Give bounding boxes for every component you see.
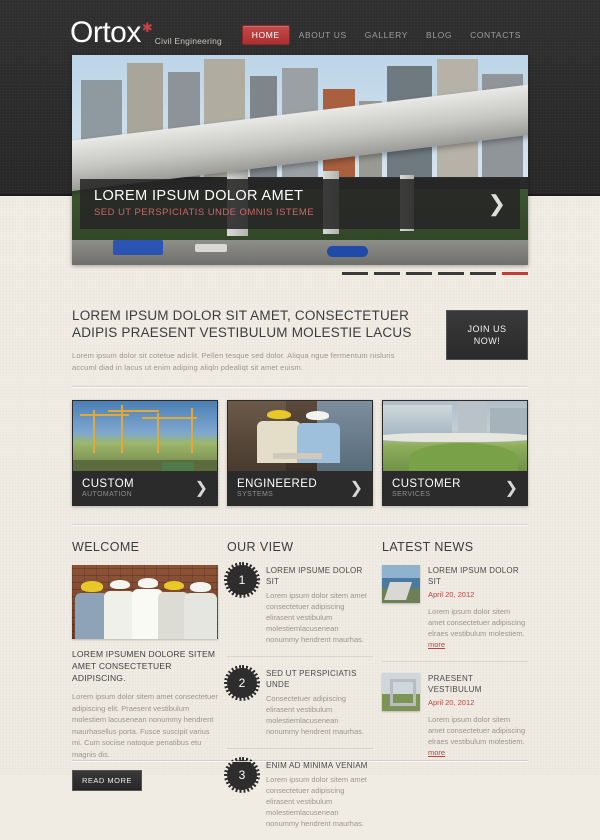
intro-heading: LOREM IPSUM DOLOR SIT AMET, CONSECTETUER… <box>72 308 412 340</box>
intro-paragraph: Lorem ipsum dolor sit cotetue adiclit. P… <box>72 351 395 372</box>
slider-pager-dot-5[interactable] <box>470 272 496 275</box>
news-excerpt: Lorem ipsum dolor sitem amet consectetue… <box>428 606 528 650</box>
main-navigation: HOME ABOUT US GALLERY BLOG CONTACTS <box>241 25 530 48</box>
nav-item-blog[interactable]: BLOG <box>417 25 461 45</box>
intro-section: LOREM IPSUM DOLOR SIT AMET, CONSECTETUER… <box>72 308 528 374</box>
news-excerpt-text: Lorem ipsum dolor sitem amet consectetue… <box>428 607 526 638</box>
slider-pager-dot-3[interactable] <box>406 272 432 275</box>
card-arrow-icon[interactable]: ❯ <box>195 478 208 498</box>
join-us-line-2: NOW! <box>473 336 501 346</box>
footer-divider <box>72 760 528 762</box>
number-badge-2: 2 <box>224 665 260 701</box>
welcome-heading: WELCOME <box>72 540 140 554</box>
site-logo[interactable]: Ortox ✱ Civil Engineering <box>70 18 222 48</box>
nav-item-about-us[interactable]: ABOUT US <box>290 25 356 45</box>
latest-news-heading: LATEST NEWS <box>382 540 474 554</box>
column-welcome: WELCOME LOREM IPSUMEN DOLORE SITEM AMET … <box>72 540 218 840</box>
news-date: April 20, 2012 <box>428 698 475 707</box>
slider-pager-dot-2[interactable] <box>374 272 400 275</box>
news-date: April 20, 2012 <box>428 590 475 599</box>
slider-caption-title: LOREM IPSUM DOLOR AMET <box>94 188 304 204</box>
our-view-item[interactable]: 1 LOREM IPSUME DOLOR SIT Lorem ipsum dol… <box>224 562 373 656</box>
card-subtitle: SERVICES <box>392 490 431 498</box>
hero-image-flyover-city <box>72 55 528 265</box>
card-image-modern-building <box>383 401 527 473</box>
card-title: CUSTOM <box>82 477 135 490</box>
slider-pager-dot-1[interactable] <box>342 272 368 275</box>
number-badge-3: 3 <box>224 757 260 793</box>
card-title: CUSTOMER <box>392 477 461 490</box>
badge-number: 3 <box>238 768 246 782</box>
feature-cards: CUSTOM AUTOMATION ❯ ENGINEERED SYSTEMS ❯ <box>72 400 528 506</box>
slider-caption: LOREM IPSUM DOLOR AMET SED UT PERSPICIAT… <box>80 179 520 229</box>
logo-text: Ortox <box>70 16 141 49</box>
nav-item-contacts[interactable]: CONTACTS <box>461 25 530 45</box>
asterisk-icon: ✱ <box>141 20 153 35</box>
divider-cards <box>72 524 528 526</box>
our-view-item-text: Consectetuer adipiscing elirasent vestib… <box>266 694 364 736</box>
our-view-item-text: Lorem ipsum dolor sitem amet consectetue… <box>266 591 367 644</box>
news-excerpt-text: Lorem ipsum dolor sitem amet consectetue… <box>428 715 526 746</box>
card-image-construction-cranes <box>73 401 217 473</box>
card-label-bar: CUSTOM AUTOMATION ❯ <box>73 471 217 505</box>
slider-pager-dot-6[interactable] <box>502 272 528 275</box>
news-title: PRAESENT VESTIBULUM <box>428 674 482 694</box>
content-columns: WELCOME LOREM IPSUMEN DOLORE SITEM AMET … <box>72 540 528 840</box>
news-excerpt: Lorem ipsum dolor sitem amet consectetue… <box>428 714 528 758</box>
top-bar: Ortox ✱ Civil Engineering HOME ABOUT US … <box>70 8 530 48</box>
divider-intro <box>72 386 528 388</box>
news-item[interactable]: PRAESENT VESTIBULUM April 20, 2012 Lorem… <box>382 661 528 769</box>
badge-number: 1 <box>238 573 246 587</box>
slider-next-arrow-icon[interactable]: ❯ <box>478 191 506 217</box>
news-title: LOREM IPSUM DOLOR SIT <box>428 566 519 586</box>
nav-item-gallery[interactable]: GALLERY <box>356 25 417 45</box>
read-more-button[interactable]: READ MORE <box>72 770 142 791</box>
card-arrow-icon[interactable]: ❯ <box>350 478 363 498</box>
nav-item-home[interactable]: HOME <box>241 25 290 45</box>
hero-slider[interactable]: LOREM IPSUM DOLOR AMET SED UT PERSPICIAT… <box>72 55 528 265</box>
our-view-item-title: SED UT PERSPICIATIS UNDE <box>266 669 357 689</box>
logo-tagline: Civil Engineering <box>154 36 222 46</box>
our-view-item-title: LOREM IPSUME DOLOR SIT <box>266 566 363 586</box>
news-more-link[interactable]: more <box>428 748 445 757</box>
news-more-link[interactable]: more <box>428 640 445 649</box>
column-latest-news: LATEST NEWS LOREM IPSUM DOLOR SIT April … <box>382 540 528 840</box>
our-view-item-text: Lorem ipsum dolor sitem amet consectetue… <box>266 775 367 828</box>
card-label-bar: ENGINEERED SYSTEMS ❯ <box>228 471 372 505</box>
card-subtitle: SYSTEMS <box>237 490 274 498</box>
welcome-title: LOREM IPSUMEN DOLORE SITEM AMET CONSECTE… <box>72 649 216 683</box>
news-thumbnail-dam <box>382 565 420 603</box>
card-image-engineers <box>228 401 372 473</box>
news-thumbnail-bridge <box>382 673 420 711</box>
welcome-body: Lorem ipsum dolor sitem amet consectetue… <box>72 692 218 759</box>
slider-pagination <box>72 272 528 280</box>
feature-card-engineered-systems[interactable]: ENGINEERED SYSTEMS ❯ <box>227 400 373 506</box>
welcome-image-team <box>72 565 218 639</box>
card-label-bar: CUSTOMER SERVICES ❯ <box>383 471 527 505</box>
our-view-heading: OUR VIEW <box>227 540 294 554</box>
card-arrow-icon[interactable]: ❯ <box>505 478 518 498</box>
card-title: ENGINEERED <box>237 477 318 490</box>
number-badge-1: 1 <box>224 562 260 598</box>
column-our-view: OUR VIEW 1 LOREM IPSUME DOLOR SIT Lorem … <box>224 540 373 840</box>
our-view-item[interactable]: 2 SED UT PERSPICIATIS UNDE Consectetuer … <box>224 656 373 748</box>
badge-number: 2 <box>238 676 246 690</box>
feature-card-customer-services[interactable]: CUSTOMER SERVICES ❯ <box>382 400 528 506</box>
card-subtitle: AUTOMATION <box>82 490 133 498</box>
feature-card-custom-automation[interactable]: CUSTOM AUTOMATION ❯ <box>72 400 218 506</box>
slider-caption-subtitle: SED UT PERSPICIATIS UNDE OMNIS ISTEME <box>94 207 315 218</box>
join-us-button[interactable]: JOIN US NOW! <box>446 310 528 360</box>
slider-pager-dot-4[interactable] <box>438 272 464 275</box>
news-item[interactable]: LOREM IPSUM DOLOR SIT April 20, 2012 Lor… <box>382 565 528 661</box>
join-us-line-1: JOIN US <box>467 324 507 334</box>
